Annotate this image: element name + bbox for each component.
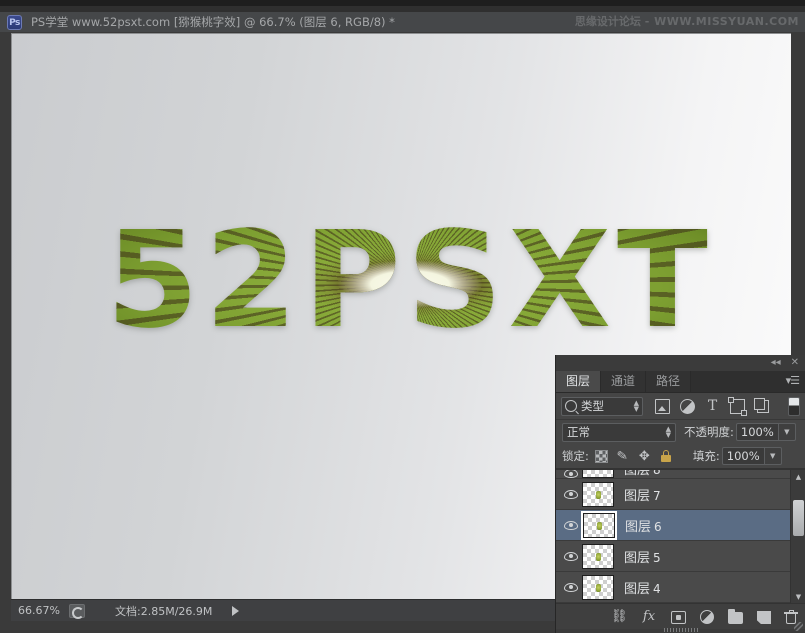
layers-panel: ◂◂ ✕ 图层 通道 路径 ▾☰ 类型 ▲ ▼ T 正常 ▲ ▼ 不透明度: 1… — [555, 355, 805, 633]
eye-icon — [564, 551, 578, 561]
artwork-kiwi-text: 52PSXT — [106, 206, 714, 356]
shape-filter-icon[interactable] — [728, 396, 747, 416]
blend-mode-row: 正常 ▲ ▼ 不透明度: 100% ▼ — [556, 420, 805, 444]
layer-name: 图层 4 — [624, 581, 661, 597]
layer-name: 图层 8 — [624, 470, 661, 478]
layer-visibility-toggle[interactable] — [560, 582, 582, 592]
layer-style-fx-icon[interactable]: fx — [641, 609, 657, 625]
filter-enable-toggle[interactable] — [788, 396, 800, 416]
zoom-level-field[interactable]: 66.67% — [11, 604, 67, 617]
table-row[interactable]: 图层 8 — [556, 470, 805, 479]
layer-list[interactable]: 图层 8 图层 7 图层 6 图层 5 图层 4 ▲ ▼ — [556, 469, 805, 603]
scroll-up-arrow-icon[interactable]: ▲ — [791, 470, 805, 483]
panel-drag-handle[interactable] — [663, 628, 698, 632]
panel-tab-strip: 图层 通道 路径 ▾☰ — [556, 371, 805, 393]
chevron-updown-icon: ▲ ▼ — [633, 399, 639, 413]
watermark-cn: 思缘设计论坛 — [574, 15, 641, 28]
watermark: 思缘设计论坛 - WWW.MISSYUAN.COM — [575, 13, 799, 29]
link-layers-icon[interactable]: ⛓ — [611, 609, 628, 625]
close-panel-icon[interactable]: ✕ — [791, 358, 799, 368]
scroll-down-arrow-icon[interactable]: ▼ — [791, 590, 805, 603]
panel-topbar: ◂◂ ✕ — [556, 355, 805, 371]
table-row[interactable]: 图层 5 — [556, 541, 805, 572]
filter-type-label: 类型 — [581, 399, 604, 413]
new-layer-icon[interactable] — [757, 611, 771, 624]
type-filter-icon[interactable]: T — [705, 398, 720, 414]
eye-icon — [564, 520, 578, 530]
pixel-filter-icon[interactable] — [655, 398, 670, 414]
photoshop-window: Ps PS学堂 www.52psxt.com [猕猴桃字效] @ 66.7% (… — [0, 0, 805, 633]
tab-layers[interactable]: 图层 — [556, 371, 602, 392]
eye-icon — [564, 470, 578, 478]
lock-label: 锁定: — [562, 449, 589, 463]
filter-icon-group: T — [655, 396, 769, 416]
new-adjustment-layer-icon[interactable] — [700, 610, 714, 624]
table-row[interactable]: 图层 7 — [556, 479, 805, 510]
chevron-updown-icon: ▲ ▼ — [665, 425, 671, 439]
watermark-en: - WWW.MISSYUAN.COM — [644, 15, 799, 28]
tab-paths[interactable]: 路径 — [646, 371, 692, 392]
lock-all-icon[interactable] — [660, 450, 671, 462]
layer-thumbnail — [582, 470, 614, 478]
blend-mode-dropdown[interactable]: 正常 ▲ ▼ — [562, 422, 676, 442]
layer-visibility-toggle[interactable] — [560, 489, 582, 499]
layer-thumbnail — [582, 481, 614, 507]
opacity-dropdown-arrow-icon[interactable]: ▼ — [778, 423, 796, 441]
lock-position-icon[interactable]: ✥ — [639, 450, 652, 463]
layer-thumbnail — [581, 510, 617, 540]
layer-visibility-toggle[interactable] — [560, 520, 582, 530]
smart-object-filter-icon[interactable] — [754, 397, 769, 413]
window-top-strip — [0, 0, 805, 12]
adjustment-filter-icon[interactable] — [680, 398, 695, 414]
lock-row: 锁定: ✎ ✥ 填充: 100% ▼ — [556, 444, 805, 469]
layer-visibility-toggle[interactable] — [560, 551, 582, 561]
add-layer-mask-icon[interactable] — [671, 611, 686, 624]
new-group-icon[interactable] — [728, 608, 743, 624]
fill-label: 填充: — [692, 449, 720, 463]
document-profile-icon — [69, 603, 85, 619]
fill-dropdown-arrow-icon[interactable]: ▼ — [764, 447, 782, 465]
eye-icon — [564, 582, 578, 592]
layer-name: 图层 7 — [624, 488, 661, 504]
opacity-value-field[interactable]: 100% — [735, 423, 779, 441]
status-expand-arrow-icon[interactable] — [232, 605, 240, 616]
lock-icon-group: ✎ ✥ — [594, 448, 671, 464]
kiwi-text-letters: 52PSXT — [106, 203, 714, 358]
window-title: PS学堂 www.52psxt.com [猕猴桃字效] @ 66.7% (图层 … — [31, 15, 395, 29]
layer-name: 图层 5 — [624, 550, 661, 566]
title-bar: Ps PS学堂 www.52psxt.com [猕猴桃字效] @ 66.7% (… — [0, 12, 805, 32]
layer-filter-row: 类型 ▲ ▼ T — [556, 393, 805, 420]
layer-visibility-toggle[interactable] — [560, 470, 582, 478]
layer-name: 图层 6 — [625, 519, 662, 535]
opacity-label: 不透明度: — [684, 425, 734, 439]
panel-menu-icon[interactable]: ▾☰ — [786, 375, 800, 386]
search-icon — [565, 400, 577, 412]
layer-thumbnail — [582, 574, 614, 600]
table-row-selected[interactable]: 图层 6 — [556, 510, 805, 541]
photoshop-logo-icon: Ps — [7, 14, 22, 30]
fill-value-field[interactable]: 100% — [721, 447, 765, 465]
eye-icon — [564, 489, 578, 499]
table-row[interactable]: 图层 4 — [556, 572, 805, 603]
tab-channels[interactable]: 通道 — [601, 371, 647, 392]
panel-resize-grip[interactable] — [794, 622, 803, 631]
blend-mode-value: 正常 — [567, 425, 590, 439]
layer-list-scrollbar[interactable]: ▲ ▼ — [790, 470, 805, 603]
layers-panel-toolbar: ⛓ fx — [556, 603, 805, 631]
filter-type-dropdown[interactable]: 类型 ▲ ▼ — [561, 396, 643, 416]
lock-transparent-pixels-icon[interactable] — [594, 449, 608, 463]
scrollbar-thumb[interactable] — [793, 500, 804, 536]
document-size-info: 文档:2.85M/26.9M — [115, 604, 213, 618]
lock-image-pixels-icon[interactable]: ✎ — [616, 448, 631, 464]
layer-thumbnail — [582, 543, 614, 569]
collapse-panel-icon[interactable]: ◂◂ — [771, 358, 781, 368]
